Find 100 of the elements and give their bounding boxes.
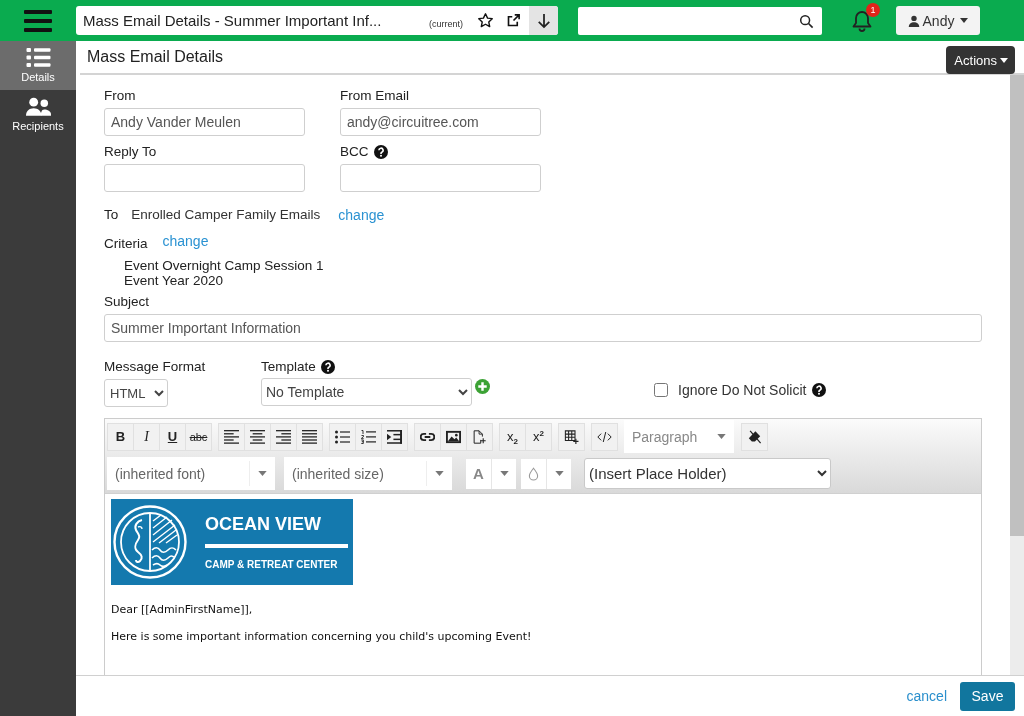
justify-button[interactable] [296,422,323,451]
numbered-list-button[interactable] [355,422,382,451]
format-button[interactable]: U [159,422,186,451]
dropdown-button[interactable] [491,458,516,489]
external-link-icon[interactable] [506,13,521,28]
emblem-icon [113,505,187,579]
format-select[interactable]: HTML [104,379,168,407]
bullet-list-button[interactable] [329,422,356,451]
table-plus-icon [564,429,579,444]
help-icon[interactable] [320,360,335,374]
criteria-line: Event Year 2020 [124,273,225,288]
field-label: Template [261,358,316,376]
align-center-button[interactable] [244,422,271,451]
text-field[interactable] [104,164,305,192]
numbered-list-icon [361,429,376,444]
logo-title: OCEAN VIEW [205,513,321,535]
indent-icon [387,429,402,444]
notification-badge: 1 [866,2,880,17]
insert-table-button[interactable] [558,422,585,451]
insert-file-button[interactable] [466,422,493,451]
eraser-icon [747,429,762,444]
scrollbar-thumb[interactable] [1010,75,1024,536]
indent-button[interactable] [381,422,408,451]
text-color-button[interactable]: A [466,458,491,489]
current-tag: (current) [429,19,463,29]
align-left-button[interactable] [218,422,245,451]
image-icon [446,429,461,444]
script-button[interactable]: x$_{2}$ [499,422,526,451]
text-field[interactable] [340,164,541,192]
help-icon[interactable] [373,145,388,159]
add-icon[interactable] [475,379,490,394]
field-label: Reply To [104,143,158,161]
search-field[interactable] [578,6,822,35]
menu-icon[interactable] [24,9,52,32]
cancel-link[interactable]: cancel [906,688,947,704]
format-button[interactable]: B [107,422,134,451]
sidebar-item[interactable]: Recipients [0,90,76,139]
download-button[interactable] [529,6,558,35]
bell-icon[interactable] [852,9,872,32]
field-label: To [104,206,119,224]
caret-icon [1000,57,1008,63]
font-size-dropdown[interactable]: (inherited size) [284,457,452,490]
sidebar-item[interactable]: Details [0,41,76,90]
logo-subtitle: CAMP & RETREAT CENTER [205,558,338,571]
page-heading: Mass Email Details [87,48,224,66]
email-text: Dear [[AdminFirstName]], [111,603,254,617]
text-field[interactable]: andy@circuitree.com [340,108,541,136]
caret-icon [499,471,509,476]
help-icon[interactable] [812,383,827,397]
template-select[interactable]: No Template [261,378,472,406]
criteria-line: Event Overnight Camp Session 1 [124,258,325,273]
clear-format-button[interactable] [741,422,768,451]
search-icon[interactable] [799,13,814,29]
droplet-icon [528,466,539,481]
script-button[interactable]: x$^{2}$ [525,422,552,451]
field-label: Message Format [104,358,207,376]
field-label: Criteria [104,235,148,253]
caret-icon [435,471,444,476]
source-code-button[interactable] [591,422,618,451]
caret-icon [554,471,564,476]
checkbox-label: Ignore Do Not Solicit [678,382,807,398]
user-icon [907,14,920,27]
dropdown-button[interactable] [546,458,571,489]
field-label: Subject [104,293,151,311]
field-label: From Email [340,87,410,105]
block-format-dropdown[interactable]: Paragraph [624,420,734,453]
placeholder-select[interactable]: (Insert Place Holder) [584,458,831,489]
align-left-icon [224,429,239,444]
field-label: From [104,87,137,105]
text-field[interactable]: Andy Vander Meulen [104,108,305,136]
star-icon[interactable] [477,12,494,29]
field-label: BCC [340,143,369,161]
change-link[interactable]: change [338,206,385,224]
bullet-list-icon [335,429,350,444]
actions-button[interactable]: Actions [946,46,1015,74]
background-color-button[interactable] [521,458,546,489]
format-button[interactable]: abc [185,422,212,451]
font-family-dropdown[interactable]: (inherited font) [107,457,275,490]
align-center-icon [250,429,265,444]
arrow-down-icon [536,12,551,29]
caret-icon [258,471,267,476]
list-icon [25,48,51,67]
image-button[interactable] [440,422,467,451]
text-field[interactable]: Summer Important Information [104,314,982,342]
file-plus-icon [472,429,487,444]
caret-icon [717,434,726,439]
recipient-list: Enrolled Camper Family Emails [131,206,321,224]
people-icon [25,97,51,116]
format-button[interactable]: I [133,422,160,451]
checkbox[interactable] [654,383,668,397]
user-menu-button[interactable]: Andy [896,6,980,35]
change-link[interactable]: change [162,232,209,250]
page-title: Mass Email Details - Summer Important Inf... [82,12,382,29]
save-button[interactable]: Save [960,681,1015,711]
link-button[interactable] [414,422,441,451]
code-icon [597,429,612,444]
email-text: Here is some important information concerning you child's upcoming Event! [111,630,533,644]
scrollbar[interactable] [1010,75,1024,675]
align-right-button[interactable] [270,422,297,451]
caret-icon [960,18,969,23]
